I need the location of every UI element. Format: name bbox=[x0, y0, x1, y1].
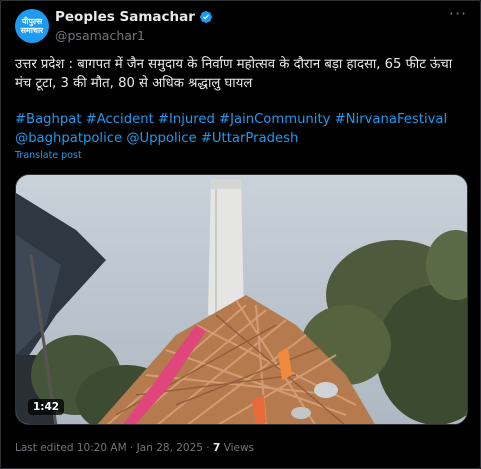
video-frame-image bbox=[16, 175, 467, 424]
tweet-meta: Last edited 10:20 AM · Jan 28, 2025 · 7 … bbox=[15, 442, 254, 454]
avatar-text: पीपुल्स समाचार bbox=[20, 17, 44, 35]
author-name[interactable]: Peoples Samachar bbox=[55, 9, 195, 25]
author-handle[interactable]: @psamachar1 bbox=[55, 28, 145, 43]
video-player[interactable]: 1:42 bbox=[15, 174, 468, 425]
translate-post-link[interactable]: Translate post bbox=[15, 150, 82, 161]
more-options-icon[interactable]: ··· bbox=[448, 6, 468, 25]
video-duration-badge: 1:42 bbox=[28, 399, 65, 415]
views-label: Views bbox=[223, 442, 255, 454]
last-edited-timestamp[interactable]: Last edited 10:20 AM · Jan 28, 2025 · bbox=[15, 442, 210, 454]
tweet-text: उत्तर प्रदेश : बागपत में जैन समुदाय के न… bbox=[15, 57, 453, 91]
avatar[interactable]: पीपुल्स समाचार bbox=[15, 9, 49, 43]
author-name-row: Peoples Samachar bbox=[55, 9, 213, 25]
verified-badge-icon bbox=[199, 11, 212, 23]
tweet-hashtags[interactable]: #Baghpat #Accident #Injured #JainCommuni… bbox=[15, 110, 469, 148]
views-count: 7 bbox=[212, 442, 221, 454]
tweet-card: पीपुल्स समाचार Peoples Samachar @psamach… bbox=[0, 0, 481, 469]
tweet-header: पीपुल्स समाचार Peoples Samachar @psamach… bbox=[15, 6, 468, 45]
